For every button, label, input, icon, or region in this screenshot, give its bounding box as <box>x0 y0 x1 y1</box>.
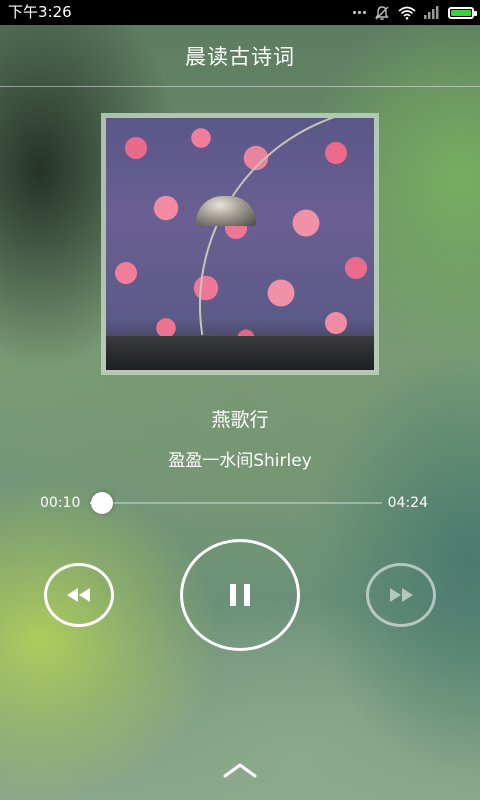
header-divider <box>0 86 480 87</box>
header: 晨读古诗词 <box>0 25 480 87</box>
play-pause-button[interactable] <box>180 539 300 651</box>
album-art <box>106 118 374 370</box>
previous-button[interactable] <box>44 563 114 627</box>
chevron-up-icon[interactable] <box>222 760 258 780</box>
battery-level <box>451 9 471 16</box>
song-title: 燕歌行 <box>211 409 269 431</box>
status-bar: 下午3:26 <box>0 0 480 25</box>
battery-icon <box>448 6 477 19</box>
next-button[interactable] <box>366 563 436 627</box>
page-title: 晨读古诗词 <box>185 45 295 69</box>
status-time: 下午3:26 <box>8 3 72 21</box>
time-total: 04:24 <box>387 495 428 511</box>
mute-icon <box>375 5 389 20</box>
wifi-icon <box>398 6 416 20</box>
dots-icon <box>353 11 366 14</box>
album-art-sofa <box>106 336 374 370</box>
album-art-frame <box>101 113 379 375</box>
rewind-icon <box>67 588 90 602</box>
time-elapsed: 00:10 <box>40 495 81 511</box>
signal-icon <box>424 6 439 19</box>
song-artist: 盈盈一水间Shirley <box>168 451 312 471</box>
status-icons <box>353 4 477 21</box>
pause-icon <box>230 584 250 606</box>
progress-thumb[interactable] <box>90 492 113 514</box>
fast-forward-icon <box>390 588 413 602</box>
progress-slider[interactable] <box>90 492 382 514</box>
album-art-lamp-arc <box>173 118 374 336</box>
